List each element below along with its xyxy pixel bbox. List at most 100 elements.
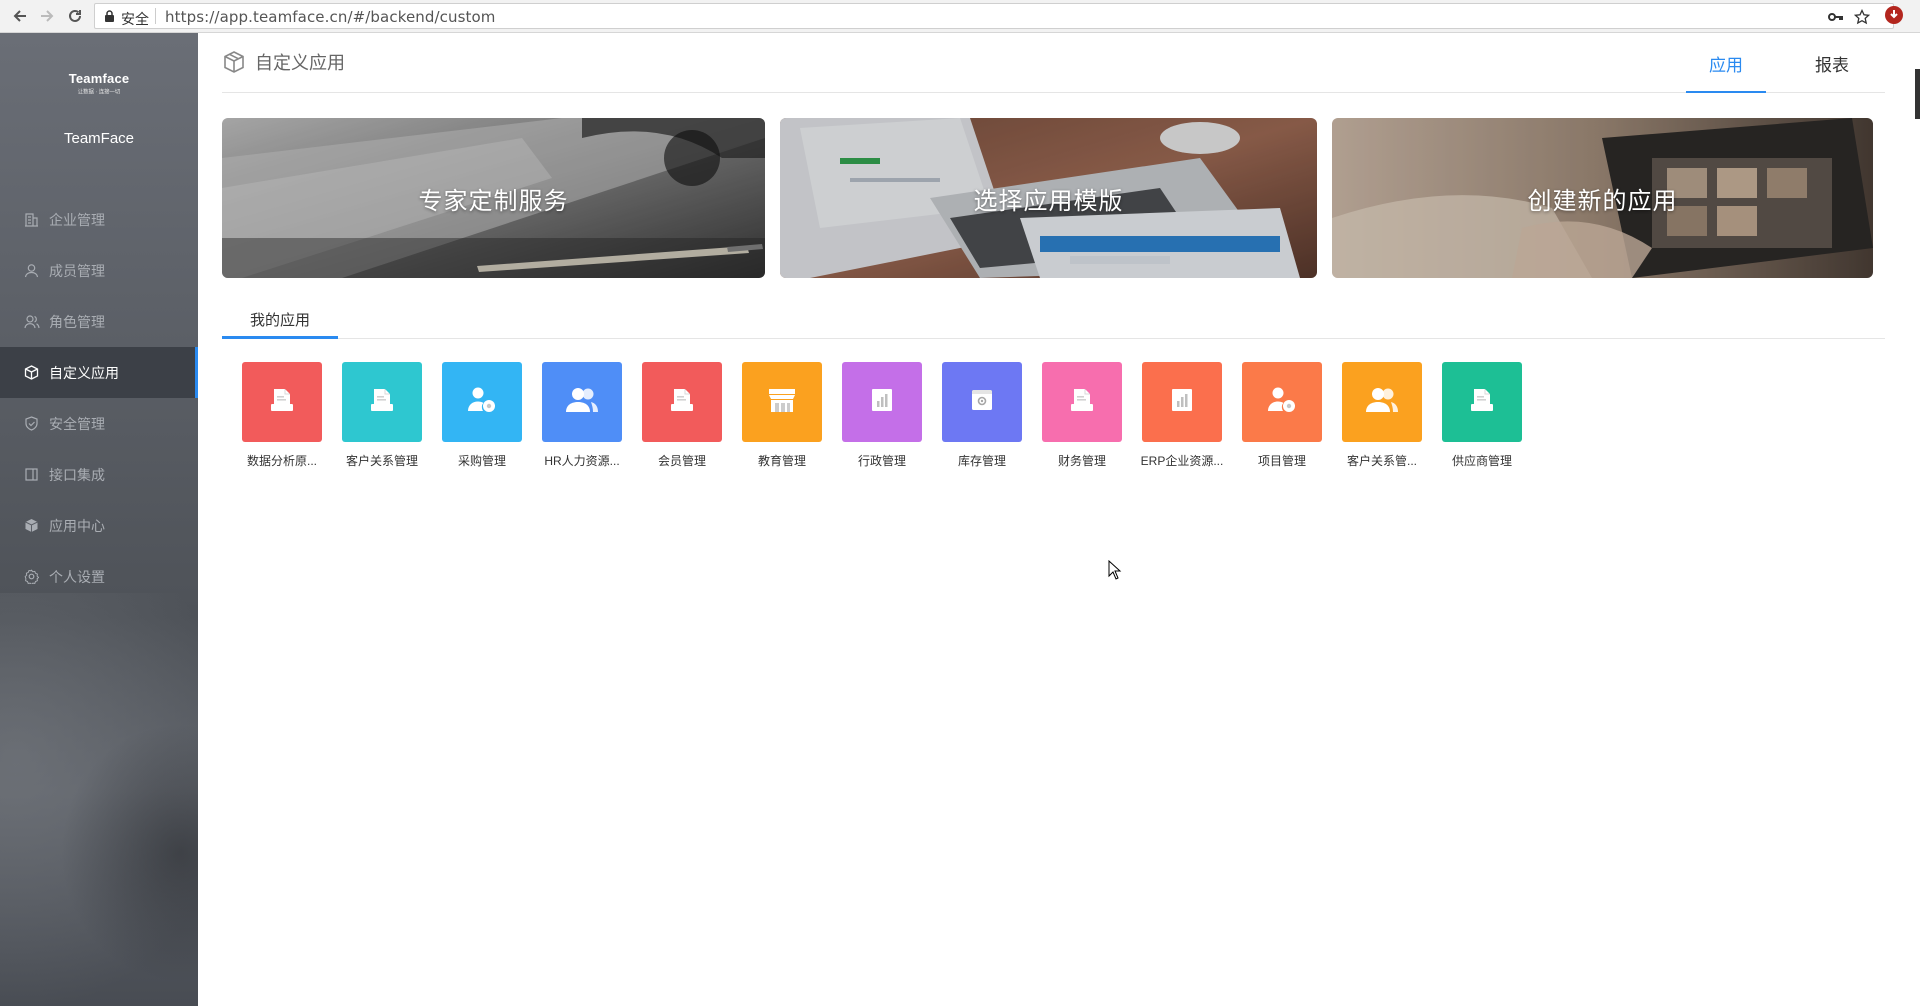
sidebar-item-custom-apps[interactable]: 自定义应用: [0, 347, 198, 398]
app-item[interactable]: 客户关系管理: [332, 362, 432, 469]
app-label: 数据分析原...: [246, 454, 317, 468]
reload-icon[interactable]: [62, 3, 88, 29]
secure-label: 安全: [121, 12, 149, 28]
document-icon: [1467, 385, 1497, 420]
app-tile[interactable]: [1342, 362, 1422, 442]
report-icon: [1168, 385, 1196, 420]
sidebar-item-label: 企业管理: [49, 211, 105, 228]
app-item[interactable]: 采购管理: [432, 362, 532, 469]
tab-reports[interactable]: 报表: [1802, 51, 1862, 93]
banner-label: 专家定制服务: [418, 187, 569, 215]
users-icon: [23, 313, 40, 330]
app-item[interactable]: 供应商管理: [1432, 362, 1532, 469]
star-icon[interactable]: [1853, 8, 1871, 26]
store-icon: [766, 385, 798, 420]
app-tile[interactable]: [442, 362, 522, 442]
logo-slogan: 让数据 · 连接一切: [77, 90, 121, 96]
back-arrow-icon[interactable]: [7, 3, 33, 29]
address-separator: [155, 8, 156, 24]
app-label: 库存管理: [957, 454, 1006, 468]
sidebar-item-label: 安全管理: [49, 415, 105, 432]
app-item[interactable]: ERP企业资源...: [1132, 362, 1232, 469]
tab-apps[interactable]: 应用: [1686, 51, 1766, 93]
forward-arrow-icon[interactable]: [34, 3, 60, 29]
sidebar-background-shadow: [60, 723, 198, 983]
app-item[interactable]: 数据分析原...: [232, 362, 332, 469]
app-item[interactable]: 项目管理: [1232, 362, 1332, 469]
app-item[interactable]: HR人力资源...: [532, 362, 632, 469]
app-item[interactable]: 教育管理: [732, 362, 832, 469]
user-icon: [23, 262, 40, 279]
app-item[interactable]: 行政管理: [832, 362, 932, 469]
app-item[interactable]: 库存管理: [932, 362, 1032, 469]
gear-icon: [23, 568, 40, 585]
document-icon: [1067, 385, 1097, 420]
sidebar-item-integration[interactable]: 接口集成: [0, 449, 198, 500]
app-label: HR人力资源...: [544, 454, 620, 468]
sidebar-item-security[interactable]: 安全管理: [0, 398, 198, 449]
scrollbar-thumb[interactable]: [1915, 69, 1920, 119]
page-header: 自定义应用 应用 报表: [222, 33, 1885, 93]
app-tile[interactable]: [1442, 362, 1522, 442]
app-label: 教育管理: [757, 454, 806, 468]
banner-label: 创建新的应用: [1527, 187, 1678, 215]
app-tile[interactable]: [742, 362, 822, 442]
banner-create-app[interactable]: 创建新的应用: [1332, 118, 1873, 278]
cube-icon: [23, 364, 40, 381]
sidebar-item-label: 个人设置: [49, 568, 105, 585]
cube-icon: [222, 50, 246, 74]
box-icon: [23, 517, 40, 534]
mouse-cursor-icon: [1108, 559, 1122, 585]
sidebar-item-label: 成员管理: [49, 262, 105, 279]
logo-brand: Teamface: [68, 71, 130, 86]
sidebar-item-enterprise[interactable]: 企业管理: [0, 194, 198, 245]
plug-icon: [23, 466, 40, 483]
box-gear-icon: [967, 385, 997, 420]
app-label: 会员管理: [657, 454, 706, 468]
browser-toolbar: 安全 https://app.teamface.cn/#/backend/cus…: [0, 0, 1920, 33]
app-grid: 数据分析原... 客户关系管理 采购管理 HR人力资源... 会员管理 教育管理 行政管理 库…: [232, 362, 1532, 469]
app-label: 采购管理: [457, 454, 506, 468]
user-gear-icon: [466, 385, 498, 420]
app-label: 财务管理: [1057, 454, 1106, 468]
company-name: TeamFace: [63, 130, 135, 147]
sidebar-menu: 企业管理 成员管理 角色管理 自定义应用 安全管理 接口集成 应用中心 个人设置: [0, 194, 198, 602]
url-text[interactable]: https://app.teamface.cn/#/backend/custom: [165, 8, 496, 26]
app-tile[interactable]: [1242, 362, 1322, 442]
users-icon: [1365, 386, 1399, 419]
app-tile[interactable]: [842, 362, 922, 442]
document-icon: [667, 385, 697, 420]
tab-my-apps[interactable]: 我的应用: [222, 309, 338, 339]
extension-icon[interactable]: [1884, 5, 1906, 27]
user-gear-icon: [1266, 385, 1298, 420]
sidebar-item-app-center[interactable]: 应用中心: [0, 500, 198, 551]
key-icon[interactable]: [1827, 8, 1845, 26]
page-title-text: 自定义应用: [255, 53, 345, 73]
app-label: 供应商管理: [1451, 454, 1512, 468]
app-tile[interactable]: [942, 362, 1022, 442]
logo[interactable]: Teamface 让数据 · 连接一切: [0, 71, 198, 96]
app-tile[interactable]: [642, 362, 722, 442]
app-item[interactable]: 客户关系管...: [1332, 362, 1432, 469]
sidebar-item-members[interactable]: 成员管理: [0, 245, 198, 296]
app-tile[interactable]: [542, 362, 622, 442]
app-item[interactable]: 会员管理: [632, 362, 732, 469]
lock-icon: [104, 10, 115, 28]
app-tile[interactable]: [242, 362, 322, 442]
sidebar-item-label: 接口集成: [49, 466, 105, 483]
banner-label: 选择应用模版: [973, 187, 1124, 215]
app-label: 客户关系管...: [1346, 454, 1417, 468]
app-tile[interactable]: [342, 362, 422, 442]
address-bar[interactable]: 安全 https://app.teamface.cn/#/backend/cus…: [94, 3, 1894, 29]
banner-app-template[interactable]: 选择应用模版: [780, 118, 1317, 278]
app-item[interactable]: 财务管理: [1032, 362, 1132, 469]
users-icon: [565, 386, 599, 419]
banner-expert-service[interactable]: 专家定制服务: [222, 118, 765, 278]
sidebar-item-roles[interactable]: 角色管理: [0, 296, 198, 347]
app-tile[interactable]: [1142, 362, 1222, 442]
page-title: 自定义应用: [222, 49, 345, 75]
sidebar-item-label: 角色管理: [49, 313, 105, 330]
app-tile[interactable]: [1042, 362, 1122, 442]
sidebar-item-personal-settings[interactable]: 个人设置: [0, 551, 198, 602]
main-content: 自定义应用 应用 报表 专家定制服务 选择应用模版 创建新的应用 我的应用 数据…: [198, 33, 1920, 1006]
